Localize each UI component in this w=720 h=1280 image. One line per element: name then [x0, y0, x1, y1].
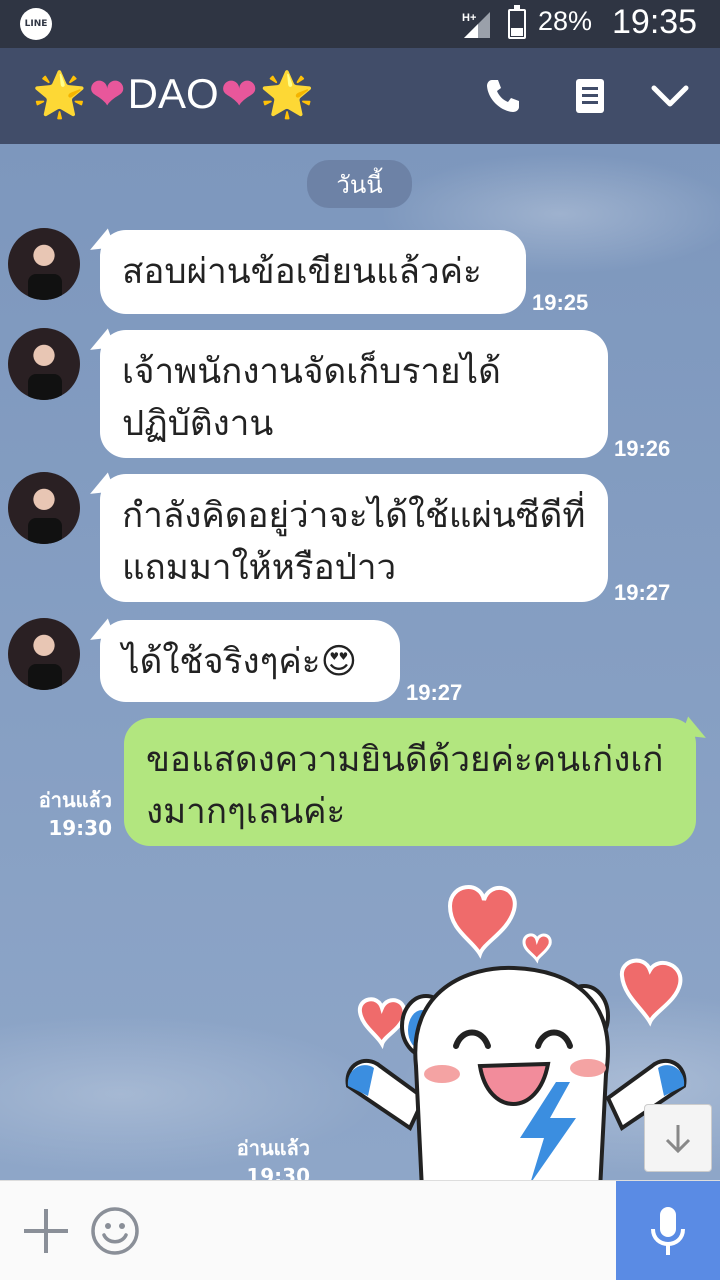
contact-name: DAO: [127, 70, 219, 117]
heart-icon: ❤: [88, 69, 126, 119]
microphone-icon: [651, 1207, 685, 1255]
signal-icon: H+: [462, 12, 490, 38]
spark-icon: 🌟: [32, 70, 87, 119]
avatar[interactable]: [8, 228, 80, 300]
chevron-down-icon[interactable]: [650, 76, 690, 116]
contact-title[interactable]: 🌟 ❤ DAO ❤ 🌟: [32, 68, 314, 120]
message-time: 19:26: [614, 436, 671, 461]
status-clock: 19:35: [612, 3, 698, 41]
line-app-icon: LINE: [20, 8, 52, 40]
read-receipt: อ่านแล้ว 19:30: [236, 1136, 310, 1180]
plus-icon[interactable]: [22, 1207, 70, 1255]
arrow-down-icon: [665, 1125, 691, 1154]
battery-percent: 28%: [538, 6, 593, 36]
read-receipt: อ่านแล้ว 19:30: [38, 788, 112, 840]
message-time: 19:25: [532, 290, 589, 315]
emoji-icon[interactable]: [90, 1206, 140, 1256]
message-time: 19:27: [614, 580, 671, 605]
input-bar: [0, 1180, 720, 1280]
status-bar: LINE H+ 28% 19:35: [0, 0, 720, 48]
outgoing-message-bubble[interactable]: ขอแสดงความยินดีด้วยค่ะคนเก่งเก่งมากๆเลนค…: [124, 718, 696, 846]
heart-icon: ❤: [220, 69, 258, 119]
avatar[interactable]: [8, 472, 80, 544]
incoming-message-bubble[interactable]: กำลังคิดอยู่ว่าจะได้ใช้แผ่นซีดีที่แถมมาใ…: [100, 474, 608, 602]
incoming-message-bubble[interactable]: สอบผ่านข้อเขียนแล้วค่ะ: [100, 230, 526, 314]
chat-area[interactable]: วันนี้ สอบผ่านข้อเขียนแล้วค่ะ 19:25 เจ้า…: [0, 144, 720, 1180]
svg-text:H+: H+: [462, 12, 476, 24]
battery-icon: [508, 5, 526, 39]
incoming-message-bubble[interactable]: เจ้าพนักงานจัดเก็บรายได้ปฏิบัติงาน: [100, 330, 608, 458]
scroll-down-button[interactable]: [644, 1104, 712, 1172]
spark-icon: 🌟: [259, 70, 315, 119]
notes-icon[interactable]: [570, 76, 610, 116]
voice-message-button[interactable]: [616, 1181, 720, 1280]
incoming-message-bubble[interactable]: ได้ใช้จริงๆค่ะ😍: [100, 620, 400, 702]
avatar[interactable]: [8, 618, 80, 690]
chat-header: 🌟 ❤ DAO ❤ 🌟: [0, 48, 720, 144]
avatar[interactable]: [8, 328, 80, 400]
date-separator: วันนี้: [307, 160, 412, 208]
phone-icon[interactable]: [483, 76, 523, 116]
message-time: 19:27: [406, 680, 463, 705]
